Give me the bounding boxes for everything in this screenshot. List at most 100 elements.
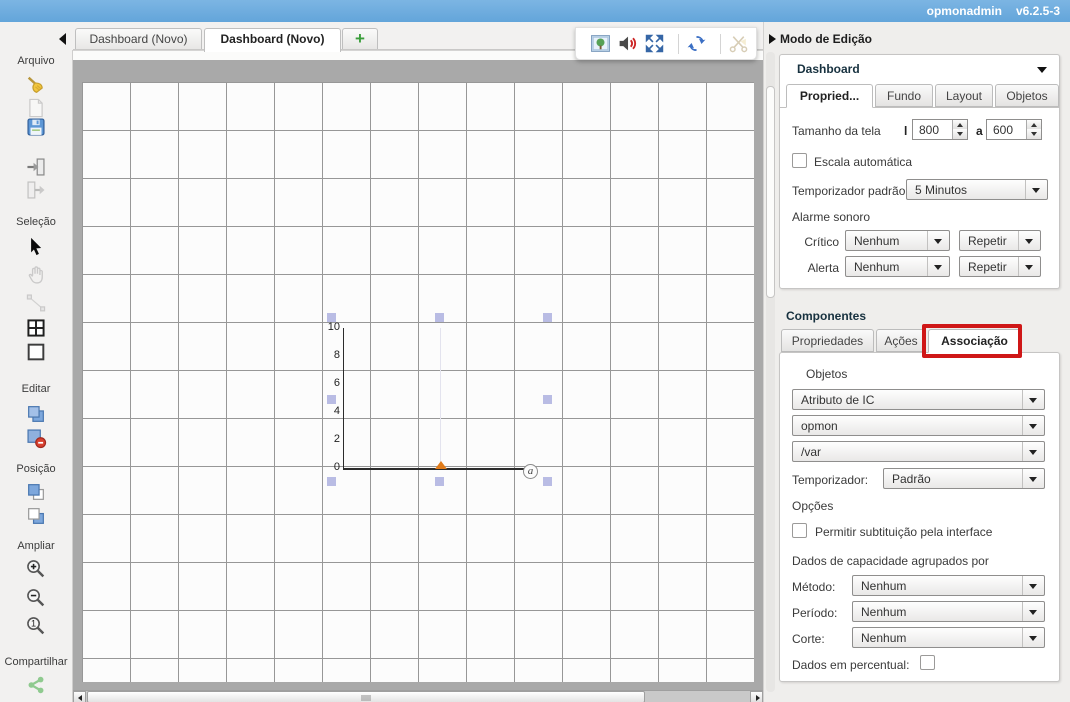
- plus-icon: +: [355, 29, 365, 48]
- scroll-left-button[interactable]: [73, 691, 86, 702]
- zoom-out-icon[interactable]: [25, 587, 47, 609]
- fullscreen-icon[interactable]: [644, 33, 665, 54]
- alert-repeat-select[interactable]: Repetir: [959, 256, 1041, 277]
- tab-fundo[interactable]: Fundo: [875, 84, 933, 107]
- width-value: 800: [919, 123, 939, 137]
- scroll-right-button[interactable]: [750, 691, 763, 702]
- chevron-down-icon: [1022, 602, 1044, 621]
- tab-associacao-active[interactable]: Associação: [928, 329, 1021, 353]
- spin-down-button[interactable]: [952, 129, 967, 139]
- resize-handle[interactable]: [435, 477, 444, 486]
- resize-handle[interactable]: [327, 477, 336, 486]
- pan-hand-icon[interactable]: [25, 264, 47, 286]
- dashboard-section-title: Dashboard: [797, 62, 860, 76]
- allow-override-label: Permitir subtituição pela interface: [815, 525, 992, 539]
- screen-size-label: Tamanho da tela: [792, 124, 881, 138]
- allow-override-checkbox[interactable]: [792, 523, 807, 538]
- bring-to-front-icon[interactable]: [25, 481, 47, 503]
- panel-scrollbar-thumb[interactable]: [766, 86, 775, 298]
- default-timer-select[interactable]: 5 Minutos: [906, 179, 1048, 200]
- resize-handle[interactable]: [435, 313, 444, 322]
- chart-guide-line: [440, 328, 441, 468]
- components-section-title: Componentes: [786, 309, 866, 323]
- selected-value: Repetir: [968, 234, 1007, 248]
- tab-layout[interactable]: Layout: [935, 84, 993, 107]
- alert-label: Alerta: [793, 261, 839, 275]
- percent-checkbox[interactable]: [920, 655, 935, 670]
- cut-icon[interactable]: [728, 33, 749, 54]
- chart-widget[interactable]: 10 8 6 4 2 0 a: [332, 318, 547, 481]
- background-image-icon[interactable]: [590, 33, 611, 54]
- line-tool-icon[interactable]: [25, 292, 47, 314]
- tab-acoes[interactable]: Ações: [876, 329, 926, 352]
- chevron-down-icon: [1022, 390, 1044, 409]
- tab-propriedades[interactable]: Propried...: [786, 84, 873, 108]
- chevron-down-icon: [1022, 628, 1044, 647]
- chevron-down-icon: [1018, 257, 1040, 276]
- chevron-down-icon: [1022, 442, 1044, 461]
- sound-icon[interactable]: [617, 33, 638, 54]
- width-prefix-label: l: [904, 124, 907, 138]
- cursor-icon[interactable]: [25, 236, 47, 258]
- cut-label: Corte:: [792, 632, 825, 646]
- multi-select-icon[interactable]: [25, 317, 47, 339]
- auto-scale-checkbox[interactable]: [792, 153, 807, 168]
- selected-value: opmon: [801, 419, 838, 433]
- chevron-down-icon: [927, 257, 949, 276]
- tab-propriedades-comp[interactable]: Propriedades: [781, 329, 874, 352]
- delete-icon[interactable]: [25, 427, 47, 449]
- resize-handle[interactable]: [543, 395, 552, 404]
- timer-label: Temporizador:: [792, 473, 868, 487]
- object-host-select[interactable]: opmon: [792, 415, 1045, 436]
- copy-icon[interactable]: [25, 403, 47, 425]
- toolbar-separator: [720, 34, 721, 54]
- export-icon[interactable]: [25, 179, 47, 201]
- send-to-back-icon[interactable]: [25, 505, 47, 527]
- collapse-section-icon[interactable]: [1037, 67, 1047, 73]
- method-select[interactable]: Nenhum: [852, 575, 1045, 596]
- refresh-icon[interactable]: [686, 33, 707, 54]
- spin-down-button[interactable]: [1026, 129, 1041, 139]
- resize-handle[interactable]: [327, 395, 336, 404]
- rect-select-icon[interactable]: [25, 341, 47, 363]
- objects-label: Objetos: [806, 367, 847, 381]
- zoom-reset-icon[interactable]: 1: [25, 615, 47, 637]
- share-icon[interactable]: [25, 674, 47, 696]
- resize-handle[interactable]: [543, 477, 552, 486]
- top-bar: opmonadmin v6.2.5-3: [0, 0, 1070, 22]
- default-timer-label: Temporizador padrão: [792, 184, 905, 198]
- import-icon[interactable]: [25, 156, 47, 178]
- tab-objetos[interactable]: Objetos: [995, 84, 1059, 107]
- timer-select[interactable]: Padrão: [883, 468, 1045, 489]
- save-icon[interactable]: [25, 116, 47, 138]
- resize-handle[interactable]: [543, 313, 552, 322]
- add-tab-button[interactable]: +: [342, 28, 378, 51]
- section-label-editar: Editar: [0, 383, 72, 395]
- dashboard-page-grid[interactable]: 10 8 6 4 2 0 a: [82, 82, 754, 682]
- selected-value: Atributo de IC: [801, 393, 874, 407]
- width-stepper[interactable]: 800: [912, 119, 968, 140]
- collapse-panel-icon[interactable]: [769, 34, 776, 44]
- chevron-down-icon: [1025, 180, 1047, 199]
- period-select[interactable]: Nenhum: [852, 601, 1045, 622]
- critical-sound-select[interactable]: Nenhum: [845, 230, 950, 251]
- tab-dashboard-2-active[interactable]: Dashboard (Novo): [204, 28, 341, 52]
- cut-select[interactable]: Nenhum: [852, 627, 1045, 648]
- zoom-in-icon[interactable]: [25, 558, 47, 580]
- clean-icon[interactable]: [25, 74, 47, 96]
- tabs-scroll-left-icon[interactable]: [59, 33, 66, 45]
- capacity-group-label: Dados de capacidade agrupados por: [792, 554, 989, 568]
- section-label-arquivo: Arquivo: [0, 55, 72, 67]
- chart-y-axis: [343, 328, 344, 469]
- alert-sound-select[interactable]: Nenhum: [845, 256, 950, 277]
- height-stepper[interactable]: 600: [986, 119, 1042, 140]
- dashboard-canvas[interactable]: 10 8 6 4 2 0 a: [73, 50, 763, 690]
- object-service-select[interactable]: /var: [792, 441, 1045, 462]
- critical-repeat-select[interactable]: Repetir: [959, 230, 1041, 251]
- object-type-select[interactable]: Atributo de IC: [792, 389, 1045, 410]
- edit-mode-title: Modo de Edição: [780, 32, 872, 46]
- tab-dashboard-1[interactable]: Dashboard (Novo): [75, 28, 202, 51]
- scrollbar-thumb[interactable]: [87, 691, 645, 702]
- section-label-ampliar: Ampliar: [0, 540, 72, 552]
- period-label: Período:: [792, 606, 837, 620]
